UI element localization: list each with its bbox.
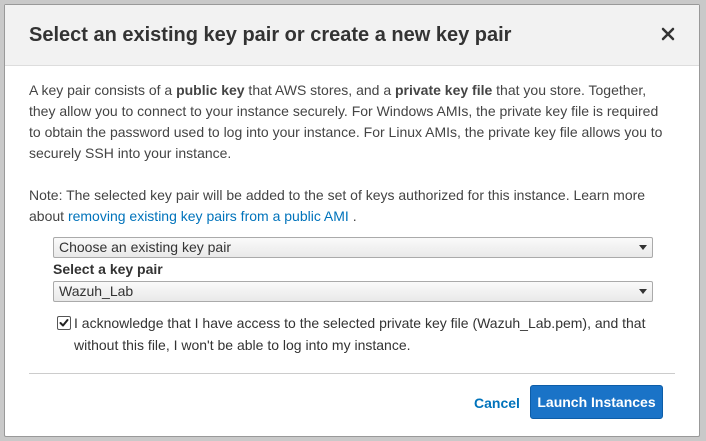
dialog-title: Select an existing key pair or create a … [29,24,512,46]
launch-instances-button[interactable]: Launch Instances [530,385,663,419]
chevron-down-icon [639,289,647,294]
key-pair-description: A key pair consists of a public key that… [29,82,663,161]
chevron-down-icon [639,245,647,250]
acknowledge-label: I acknowledge that I have access to the … [74,315,646,353]
key-pair-note: Note: The selected key pair will be adde… [29,187,646,224]
key-pair-dialog: Select an existing key pair or create a … [4,4,700,437]
footer-divider [29,373,675,374]
acknowledge-checkbox[interactable] [57,316,71,330]
close-icon [661,27,675,41]
removing-key-pairs-link[interactable]: removing existing key pairs from a publi… [68,208,349,224]
cancel-button[interactable]: Cancel [474,395,520,411]
close-button[interactable] [655,21,681,47]
dialog-header: Select an existing key pair or create a … [5,5,699,66]
key-pair-option-select[interactable]: Choose an existing key pair [53,237,653,258]
select-key-pair-label: Select a key pair [53,261,163,277]
key-pair-select[interactable]: Wazuh_Lab [53,281,653,302]
check-icon [59,319,69,327]
